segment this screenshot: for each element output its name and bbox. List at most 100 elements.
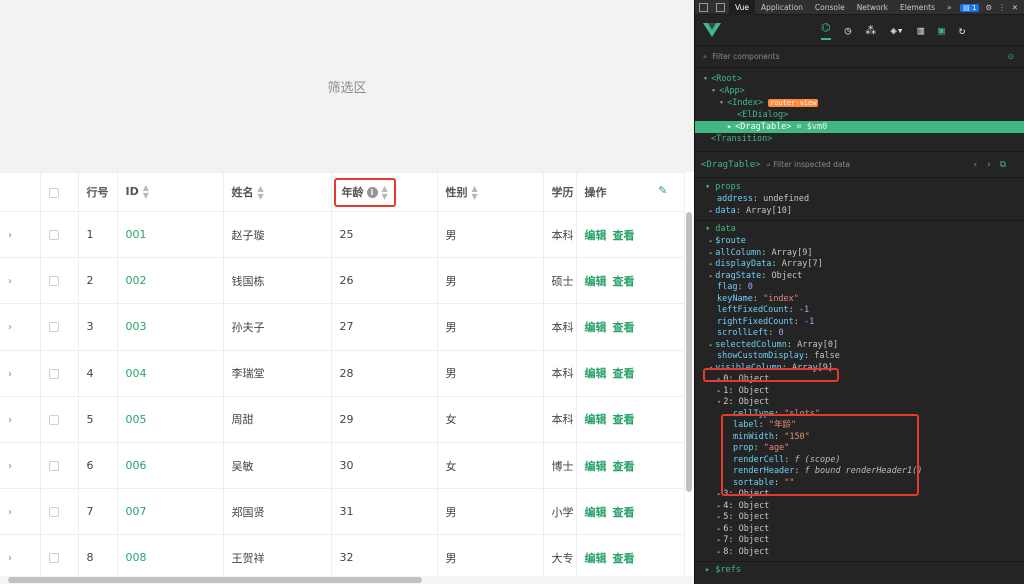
sort-icon[interactable]: ▲ ▼ — [258, 184, 264, 201]
expand-arrow-icon[interactable]: ▸ — [709, 207, 713, 215]
tab-application[interactable]: Application — [755, 3, 809, 12]
tree-node-eldialog[interactable]: <ElDialog> — [695, 109, 1024, 121]
header-gender[interactable]: 性别 ▲ ▼ — [437, 172, 544, 212]
state-property[interactable]: rightFixedCount: -1 — [695, 317, 1024, 329]
expand-arrow-icon[interactable]: ▸ — [717, 548, 721, 556]
expand-row-icon[interactable]: › — [8, 276, 12, 287]
refresh-icon[interactable]: ↻ — [959, 24, 966, 37]
table-row[interactable]: › 7 007 郑国贤 31 男小学 编辑 查看 — [0, 488, 685, 536]
state-property[interactable]: ▾ 2: Object — [695, 397, 1024, 409]
inspect-element-icon[interactable] — [699, 2, 708, 12]
table-row[interactable]: › 6 006 吴敏 30 女博士 编辑 查看 — [0, 441, 685, 490]
expand-row-icon[interactable]: › — [8, 230, 12, 241]
state-property[interactable]: ▸ 7: Object — [695, 535, 1024, 547]
expand-arrow-icon[interactable]: ▸ — [709, 341, 713, 349]
expand-row-icon[interactable]: › — [8, 415, 12, 426]
edit-link[interactable]: 编辑 — [585, 229, 607, 242]
performance-icon[interactable]: ▥ — [917, 24, 924, 37]
component-filter-input[interactable]: Filter components — [712, 52, 779, 61]
components-icon[interactable]: ⌬ — [821, 21, 831, 40]
table-row[interactable]: › 4 004 李瑞堂 28 男本科 编辑 查看 — [0, 349, 685, 397]
table-row[interactable]: › 5 005 周甜 29 女本科 编辑 查看 — [0, 395, 685, 443]
horizontal-scrollbar[interactable] — [8, 577, 422, 583]
state-property[interactable]: ▸ selectedColumn: Array[0] — [695, 340, 1024, 352]
open-in-editor-icon[interactable]: ⧉ — [1000, 160, 1014, 170]
expand-arrow-icon[interactable]: ▸ — [717, 387, 721, 395]
expand-row-icon[interactable]: › — [8, 322, 12, 333]
vertical-scrollbar[interactable] — [686, 212, 692, 492]
header-age[interactable]: 年龄 i ▲ ▼ — [331, 172, 438, 212]
info-icon[interactable]: i — [366, 187, 378, 198]
view-link[interactable]: 查看 — [613, 506, 635, 519]
component-filter[interactable]: ⌕ Filter components ⊙ — [695, 46, 1024, 68]
tree-node-dragtable[interactable]: ▸ <DragTable> = $vm0 — [695, 121, 1024, 133]
table-row[interactable]: › 8 008 王贺祥 32 男大专 编辑 查看 — [0, 534, 685, 582]
device-toolbar-icon[interactable] — [716, 2, 725, 12]
more-tabs[interactable]: » — [941, 3, 958, 12]
view-link[interactable]: 查看 — [613, 367, 635, 380]
tab-vue[interactable]: Vue — [729, 0, 755, 15]
view-link[interactable]: 查看 — [613, 321, 635, 334]
row-checkbox[interactable] — [48, 230, 59, 241]
table-row[interactable]: › 2 002 钱国栋 26 男硕士 编辑 查看 — [0, 257, 685, 305]
history-icon[interactable]: ◷ — [845, 24, 852, 37]
edit-link[interactable]: 编辑 — [585, 321, 607, 334]
sort-icon[interactable]: ▲ ▼ — [143, 184, 149, 200]
state-property[interactable]: keyName: "index" — [695, 294, 1024, 306]
expand-arrow-icon[interactable]: ▸ — [709, 260, 713, 268]
state-property[interactable]: ▸ 8: Object — [695, 547, 1024, 559]
state-property[interactable]: ▸ 1: Object — [695, 386, 1024, 398]
target-icon[interactable]: ⊙ — [1008, 52, 1014, 61]
message-badge[interactable]: ▤ 1 — [960, 3, 980, 12]
code-icon[interactable]: ‹› — [973, 160, 1000, 170]
table-row[interactable]: › 3 003 孙夫子 27 男本科 编辑 查看 — [0, 303, 685, 351]
state-property[interactable]: ▸ 6: Object — [695, 524, 1024, 536]
expand-arrow-icon[interactable]: ▸ — [709, 237, 713, 245]
edit-link[interactable]: 编辑 — [585, 275, 607, 288]
tab-elements[interactable]: Elements — [894, 3, 941, 12]
edit-link[interactable]: 编辑 — [585, 413, 607, 426]
state-property[interactable]: showCustomDisplay: false — [695, 351, 1024, 363]
expand-row-icon[interactable]: › — [8, 553, 12, 564]
edit-link[interactable]: 编辑 — [585, 367, 607, 380]
pencil-icon[interactable]: ✎ — [658, 184, 667, 197]
gear-icon[interactable]: ⚙ — [985, 3, 992, 12]
view-link[interactable]: 查看 — [613, 229, 635, 242]
tree-node-root[interactable]: ▾ <Root> — [695, 73, 1024, 85]
state-property[interactable]: ▸ allColumn: Array[9] — [695, 248, 1024, 260]
expand-row-icon[interactable]: › — [8, 369, 12, 380]
data-section[interactable]: ▾ data — [695, 223, 1024, 236]
row-checkbox[interactable] — [48, 322, 59, 333]
props-section[interactable]: ▾ props — [695, 181, 1024, 194]
sort-icon[interactable]: ▲ ▼ — [382, 184, 388, 201]
state-property[interactable]: ▸ displayData: Array[7] — [695, 259, 1024, 271]
state-property[interactable]: ▸ dragState: Object — [695, 271, 1024, 283]
edit-link[interactable]: 编辑 — [585, 552, 607, 565]
inspected-filter-input[interactable]: Filter inspected data — [773, 160, 850, 169]
tab-network[interactable]: Network — [851, 3, 894, 12]
state-property[interactable]: ▸ 5: Object — [695, 512, 1024, 524]
edit-link[interactable]: 编辑 — [585, 460, 607, 473]
state-property[interactable]: ▸ 4: Object — [695, 501, 1024, 513]
state-property[interactable]: leftFixedCount: -1 — [695, 305, 1024, 317]
state-property[interactable]: scrollLeft: 0 — [695, 328, 1024, 340]
expand-arrow-icon[interactable]: ▸ — [717, 536, 721, 544]
sort-icon[interactable]: ▲ ▼ — [472, 184, 478, 201]
expand-arrow-icon[interactable]: ▸ — [717, 525, 721, 533]
refs-section[interactable]: ▸ $refs — [695, 564, 1024, 577]
routing-icon[interactable]: ◈▾ — [890, 24, 903, 37]
row-checkbox[interactable] — [48, 461, 59, 472]
expand-arrow-icon[interactable]: ▸ — [709, 272, 713, 280]
select-all-header[interactable] — [40, 172, 79, 212]
row-checkbox[interactable] — [48, 414, 59, 425]
select-all-checkbox[interactable] — [48, 187, 59, 198]
expand-arrow-icon[interactable]: ▸ — [709, 249, 713, 257]
expand-row-icon[interactable]: › — [8, 507, 12, 518]
view-link[interactable]: 查看 — [613, 413, 635, 426]
view-link[interactable]: 查看 — [613, 460, 635, 473]
tree-node-app[interactable]: ▾ <App> — [695, 85, 1024, 97]
expand-arrow-icon[interactable]: ▸ — [717, 513, 721, 521]
row-checkbox[interactable] — [48, 553, 59, 564]
edit-link[interactable]: 编辑 — [585, 506, 607, 519]
state-property[interactable]: ▸ data: Array[10] — [695, 206, 1024, 218]
